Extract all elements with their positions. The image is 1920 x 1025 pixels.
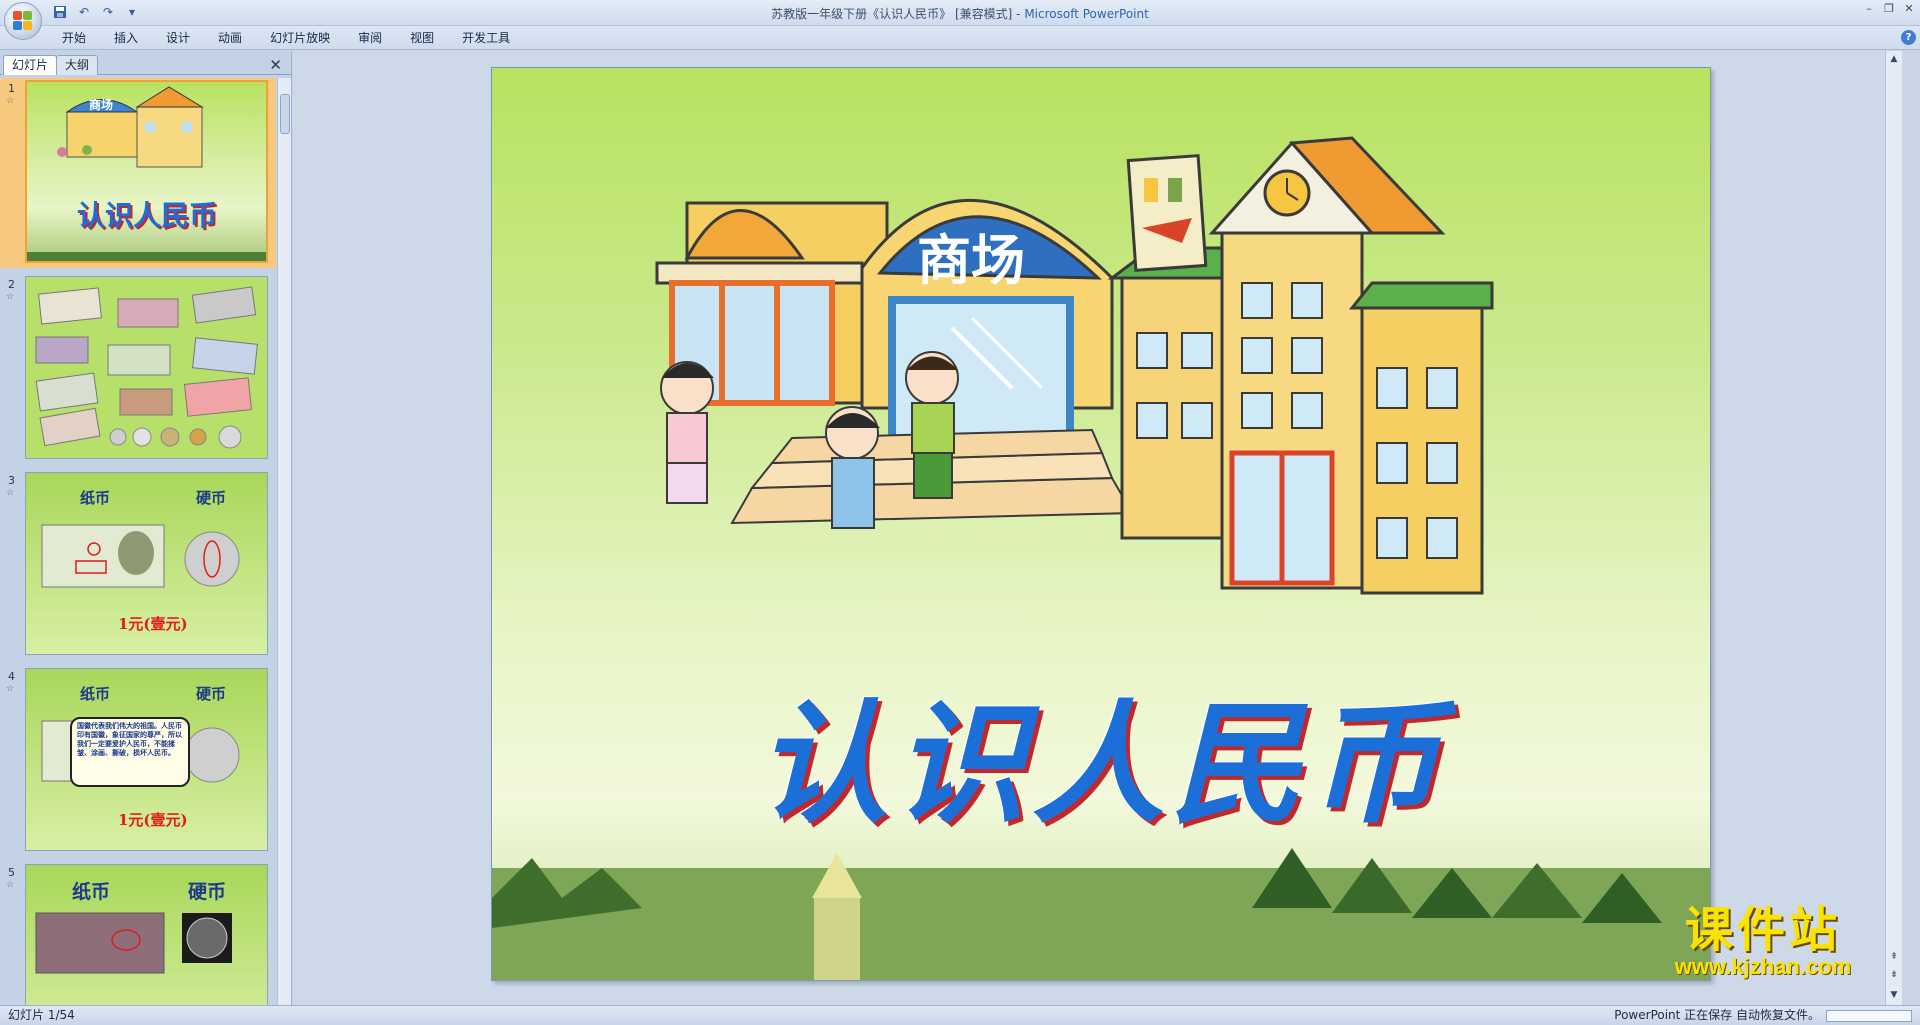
slide-thumbnail-row[interactable]: 2 ☆ — [0, 274, 276, 464]
tab-animations[interactable]: 动画 — [204, 30, 256, 46]
ribbon-tabs: 开始 插入 设计 动画 幻灯片放映 审阅 视图 开发工具 — [48, 30, 524, 46]
minimize-icon[interactable]: – — [1862, 2, 1876, 16]
window-controls: – ❐ ✕ — [1862, 2, 1916, 16]
slide-thumbnail-row[interactable]: 4 ☆ 纸币 硬币 国徽代表我们伟大的祖国。人民币印有国徽，象征国家的尊严，所以… — [0, 666, 276, 856]
office-logo-icon — [13, 11, 33, 31]
slide-number: 4 — [8, 670, 15, 683]
animation-star-icon: ☆ — [6, 488, 15, 498]
tab-insert[interactable]: 插入 — [100, 30, 152, 46]
thumb-title: 认识人民币 — [77, 199, 218, 232]
help-icon[interactable]: ? — [1901, 30, 1916, 45]
animation-star-icon: ☆ — [6, 880, 15, 890]
slide-thumbnail-2[interactable] — [25, 276, 268, 459]
watermark-title: 课件站 — [1684, 902, 1841, 958]
tab-slides[interactable]: 幻灯片 — [3, 55, 58, 75]
thumbnail-list: 1 ☆ 商场 认识人民币 2 ☆ 3 ☆ 纸币 硬币 1元(壹元) 4 ☆ 纸币… — [0, 78, 276, 1005]
thumb-caption: 1元(壹元) — [118, 615, 188, 633]
animation-star-icon: ☆ — [6, 96, 15, 106]
pane-tabs: 幻灯片 大纲 ✕ — [0, 53, 292, 75]
pane-close-icon[interactable]: ✕ — [269, 56, 282, 74]
slide-thumbnail-1[interactable]: 商场 认识人民币 — [25, 80, 268, 263]
thumb-banknotes-illustration — [35, 286, 258, 449]
slide-title[interactable]: 认识人民币 — [492, 658, 1710, 849]
scrollbar-thumb[interactable] — [280, 94, 290, 134]
slide-number: 3 — [8, 474, 15, 487]
animation-star-icon: ☆ — [6, 292, 15, 302]
save-progress-bar — [1826, 1010, 1912, 1022]
tab-review[interactable]: 审阅 — [344, 30, 396, 46]
tab-developer[interactable]: 开发工具 — [448, 30, 524, 46]
tab-outline[interactable]: 大纲 — [56, 55, 99, 75]
site-watermark: 课件站 www.kjzhan.com — [1648, 905, 1878, 981]
thumbnail-scrollbar[interactable] — [277, 78, 291, 1005]
thumb-sign: 商场 — [89, 98, 114, 112]
mall-sign-text: 商场 — [917, 228, 1025, 292]
slide-thumbnail-5[interactable]: 纸币 硬币 — [25, 864, 268, 1005]
slide-thumbnail-row[interactable]: 1 ☆ 商场 认识人民币 — [0, 78, 276, 268]
tab-home[interactable]: 开始 — [48, 30, 100, 46]
thumb-caption: 1元(壹元) — [118, 811, 188, 829]
window-title: 苏教版一年级下册《认识人民币》 [兼容模式] - Microsoft Power… — [771, 7, 1149, 21]
slide-counter: 幻灯片 1/54 — [8, 1008, 75, 1022]
tab-design[interactable]: 设计 — [152, 30, 204, 46]
tab-view[interactable]: 视图 — [396, 30, 448, 46]
close-icon[interactable]: ✕ — [1902, 2, 1916, 16]
status-bar: 幻灯片 1/54 PowerPoint 正在保存 自动恢复文件。 — [0, 1005, 1920, 1025]
current-slide[interactable]: 商场 认识人民币 — [491, 67, 1711, 981]
slide-thumbnail-4[interactable]: 纸币 硬币 国徽代表我们伟大的祖国。人民币印有国徽，象征国家的尊严，所以我们一定… — [25, 668, 268, 851]
thumb-building-illustration — [27, 86, 266, 261]
scroll-down-icon[interactable]: ▼ — [1888, 989, 1900, 1001]
title-bar: ↶ ↷ ▾ 苏教版一年级下册《认识人民币》 [兼容模式] - Microsoft… — [0, 0, 1920, 26]
tab-slideshow[interactable]: 幻灯片放映 — [256, 30, 344, 46]
restore-icon[interactable]: ❐ — [1882, 2, 1896, 16]
slide-thumbnail-3[interactable]: 纸币 硬币 1元(壹元) — [25, 472, 268, 655]
prev-slide-icon[interactable]: ⇞ — [1888, 951, 1900, 963]
thumb-note-coin-illustration — [35, 912, 232, 974]
autosave-status: PowerPoint 正在保存 自动恢复文件。 — [1614, 1008, 1820, 1022]
thumb-speech-bubble: 国徽代表我们伟大的祖国。人民币印有国徽，象征国家的尊严，所以我们一定要爱护人民币… — [70, 717, 190, 787]
scroll-up-icon[interactable]: ▲ — [1888, 53, 1900, 65]
slide-editing-area: 商场 认识人民币 课件站 www.kjzhan.com ▲ ⇞ ⇟ ▼ — [293, 51, 1902, 1005]
slide-number: 1 — [8, 82, 15, 95]
slides-pane: 幻灯片 大纲 ✕ 1 ☆ 商场 认识人民币 2 ☆ 3 ☆ 纸币 硬币 1元(壹… — [0, 51, 292, 1005]
slide-thumbnail-row[interactable]: 3 ☆ 纸币 硬币 1元(壹元) — [0, 470, 276, 660]
animation-star-icon: ☆ — [6, 684, 15, 694]
office-button[interactable] — [4, 2, 42, 40]
next-slide-icon[interactable]: ⇟ — [1888, 969, 1900, 981]
slide-thumbnail-row[interactable]: 5 ☆ 纸币 硬币 — [0, 862, 276, 1005]
slide-number: 5 — [8, 866, 15, 879]
slide-scrollbar[interactable]: ▲ ⇞ ⇟ ▼ — [1885, 51, 1902, 1005]
ribbon-tab-row: 开始 插入 设计 动画 幻灯片放映 审阅 视图 开发工具 ? — [0, 26, 1920, 50]
watermark-url: www.kjzhan.com — [1674, 954, 1852, 979]
slide-number: 2 — [8, 278, 15, 291]
